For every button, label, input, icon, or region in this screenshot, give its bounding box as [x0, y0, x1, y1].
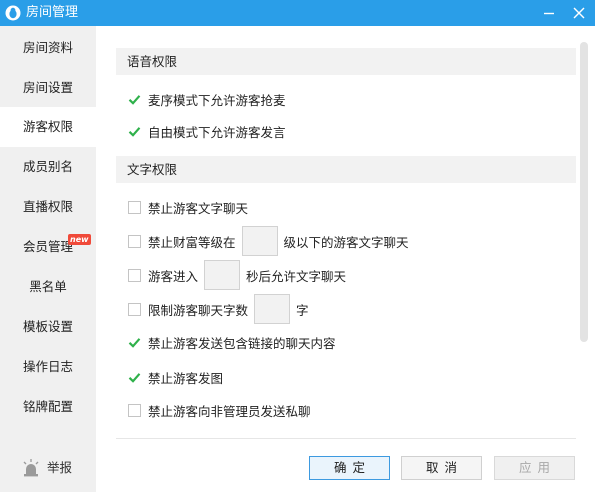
- option-label: 禁止游客向非管理员发送私聊: [148, 403, 311, 419]
- option-forbid-wealth-level-chat[interactable]: 禁止财富等级在 级以下的游客文字聊天: [128, 226, 409, 256]
- checkbox-checked[interactable]: [128, 336, 141, 349]
- sidebar-item-guest-permissions[interactable]: 游客权限: [0, 107, 96, 147]
- checkbox-unchecked[interactable]: [128, 268, 141, 282]
- report-alarm-icon: [21, 458, 41, 478]
- checkbox-unchecked[interactable]: [128, 234, 141, 248]
- option-guest-chat-delay[interactable]: 游客进入 秒后允许文字聊天: [128, 260, 347, 290]
- footer-divider: [116, 438, 576, 439]
- option-forbid-guest-links[interactable]: 禁止游客发送包含链接的聊天内容: [128, 329, 336, 355]
- delay-seconds-input[interactable]: [204, 260, 241, 290]
- settings-panel: 语音权限 麦序模式下允许游客抢麦 自由模式下允许游客发言 文字权限 禁止游客文字…: [96, 26, 595, 492]
- sidebar-item-label: 会员管理: [22, 239, 73, 254]
- sidebar-item-live-permissions[interactable]: 直播权限: [0, 187, 96, 227]
- sidebar-item-blacklist[interactable]: 黑名单: [0, 267, 96, 307]
- wealth-level-input[interactable]: [241, 226, 278, 256]
- option-limit-guest-char-count[interactable]: 限制游客聊天字数 字: [128, 294, 309, 324]
- option-forbid-guest-text-chat[interactable]: 禁止游客文字聊天: [128, 194, 248, 220]
- apply-button[interactable]: 应用: [494, 456, 575, 480]
- window-title: 房间管理: [26, 5, 79, 20]
- option-forbid-guest-private-chat[interactable]: 禁止游客向非管理员发送私聊: [128, 397, 311, 423]
- checkbox-unchecked[interactable]: [128, 302, 141, 316]
- sidebar-item-room-info[interactable]: 房间资料: [0, 28, 96, 68]
- sidebar-item-nameplate-config[interactable]: 铭牌配置: [0, 387, 96, 427]
- option-label-suffix: 字: [296, 302, 309, 318]
- scrollbar-thumb[interactable]: [580, 42, 588, 342]
- option-label: 限制游客聊天字数: [148, 302, 249, 318]
- option-label: 麦序模式下允许游客抢麦: [148, 92, 286, 108]
- new-badge: new: [68, 234, 91, 245]
- checkbox-checked[interactable]: [128, 371, 141, 384]
- close-icon[interactable]: [566, 0, 592, 26]
- checkbox-checked[interactable]: [128, 125, 141, 138]
- cancel-button[interactable]: 取消: [401, 456, 482, 480]
- option-allow-guest-speak[interactable]: 自由模式下允许游客发言: [128, 118, 286, 144]
- checkbox-unchecked[interactable]: [128, 403, 141, 417]
- option-label-suffix: 级以下的游客文字聊天: [283, 234, 409, 250]
- option-allow-guest-grab-mic[interactable]: 麦序模式下允许游客抢麦: [128, 86, 286, 112]
- section-text-permissions: 文字权限: [116, 156, 576, 183]
- minimize-icon[interactable]: [536, 0, 562, 26]
- char-limit-input[interactable]: [254, 294, 291, 324]
- option-forbid-guest-images[interactable]: 禁止游客发图: [128, 364, 223, 390]
- qq-penguin-icon: [5, 5, 21, 21]
- sidebar-item-room-settings[interactable]: 房间设置: [0, 68, 96, 108]
- report-label: 举报: [47, 460, 73, 475]
- sidebar-item-operation-log[interactable]: 操作日志: [0, 347, 96, 387]
- sidebar-nav: 房间资料 房间设置 游客权限 成员别名 直播权限 会员管理 new 黑名单 模板…: [0, 26, 96, 492]
- checkbox-unchecked[interactable]: [128, 200, 141, 214]
- option-label: 禁止游客文字聊天: [148, 200, 249, 216]
- sidebar-item-template-settings[interactable]: 模板设置: [0, 307, 96, 347]
- section-voice-permissions: 语音权限: [116, 48, 576, 75]
- option-label: 游客进入: [148, 268, 199, 284]
- sidebar-item-member-alias[interactable]: 成员别名: [0, 147, 96, 187]
- title-bar[interactable]: 房间管理: [0, 0, 595, 26]
- checkbox-checked[interactable]: [128, 93, 141, 106]
- report-button[interactable]: 举报: [0, 456, 96, 480]
- option-label-suffix: 秒后允许文字聊天: [246, 268, 347, 284]
- option-label: 禁止游客发送包含链接的聊天内容: [148, 335, 336, 351]
- option-label: 禁止游客发图: [148, 370, 224, 386]
- option-label: 禁止财富等级在: [148, 234, 236, 250]
- ok-button[interactable]: 确定: [309, 456, 390, 480]
- option-label: 自由模式下允许游客发言: [148, 124, 286, 140]
- sidebar-item-member-management[interactable]: 会员管理 new: [0, 227, 96, 267]
